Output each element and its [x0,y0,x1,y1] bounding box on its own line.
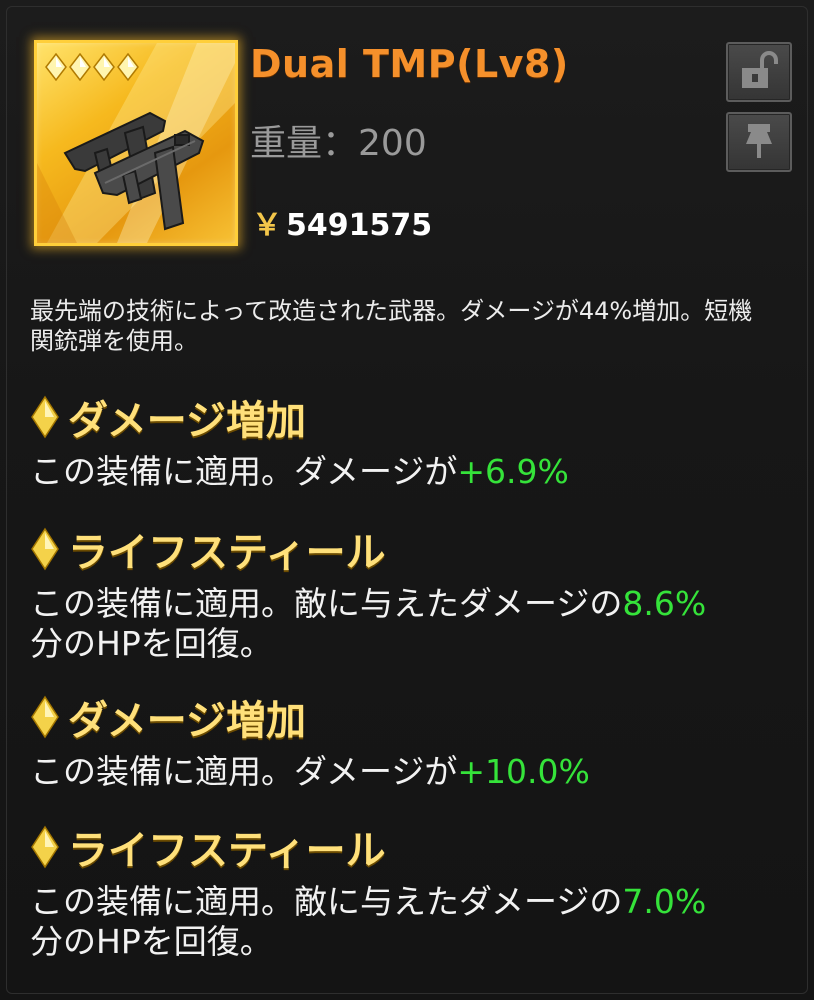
skill-value: 7.0% [622,882,707,921]
rarity-star-icon [117,53,139,81]
skill-description: この装備に適用。ダメージが+6.9% [30,452,790,492]
skill-value: +10.0% [457,752,590,791]
rarity-star-icon [45,53,67,81]
lock-button[interactable] [726,42,792,102]
skill-description: この装備に適用。敵に与えたダメージの8.6% 分のHPを回復。 [30,584,790,664]
skill-description: この装備に適用。敵に与えたダメージの7.0% 分のHPを回復。 [30,882,790,962]
skill-title: ライフスティール [30,520,386,578]
price-value: 5491575 [286,208,433,243]
rarity-star-icon [93,53,115,81]
diamond-icon [31,395,59,439]
weight-label: 重量： [250,123,359,164]
currency-symbol: ￥ [252,208,282,243]
dual-smg-icon [63,111,205,231]
diamond-icon [31,825,59,869]
rarity-star-icon [69,53,91,81]
skill-title-label: ダメージ増加 [68,698,306,744]
skill-text: この装備に適用。敵に与えたダメージの [30,584,623,623]
skill-title: ダメージ増加 [30,688,306,746]
item-card[interactable] [34,40,238,246]
skill-description: この装備に適用。ダメージが+10.0% [30,752,790,792]
item-price: ￥ 5491575 [252,200,432,244]
pin-button[interactable] [726,112,792,172]
skill-title-label: ライフスティール [68,530,386,576]
skill-value: 8.6% [622,584,707,623]
skill-title-label: ダメージ増加 [68,398,306,444]
weight-value: 200 [358,123,427,164]
item-detail-panel: Dual TMP(Lv8) 重量：200 ￥ 5491575 最先端の技術によって… [0,0,814,1000]
rarity-stars [45,53,139,81]
skill-title: ダメージ増加 [30,388,306,446]
diamond-icon [31,695,59,739]
skill-text: この装備に適用。敵に与えたダメージの [30,882,623,921]
skill-text: この装備に適用。ダメージが [30,452,458,491]
diamond-icon [31,527,59,571]
skill-value: +6.9% [457,452,569,491]
unlock-icon [742,51,778,88]
skill-title: ライフスティール [30,818,386,876]
skill-text-suffix: 分のHPを回復。 [30,922,273,961]
skill-text-suffix: 分のHPを回復。 [30,624,273,663]
item-weight: 重量：200 [250,114,427,166]
skill-title-label: ライフスティール [68,828,386,874]
skill-text: この装備に適用。ダメージが [30,752,458,791]
item-description: 最先端の技術によって改造された武器。ダメージが44%増加。短機関銃弾を使用。 [30,297,753,355]
item-name: Dual TMP(Lv8) [250,42,569,86]
pin-icon [746,124,772,158]
